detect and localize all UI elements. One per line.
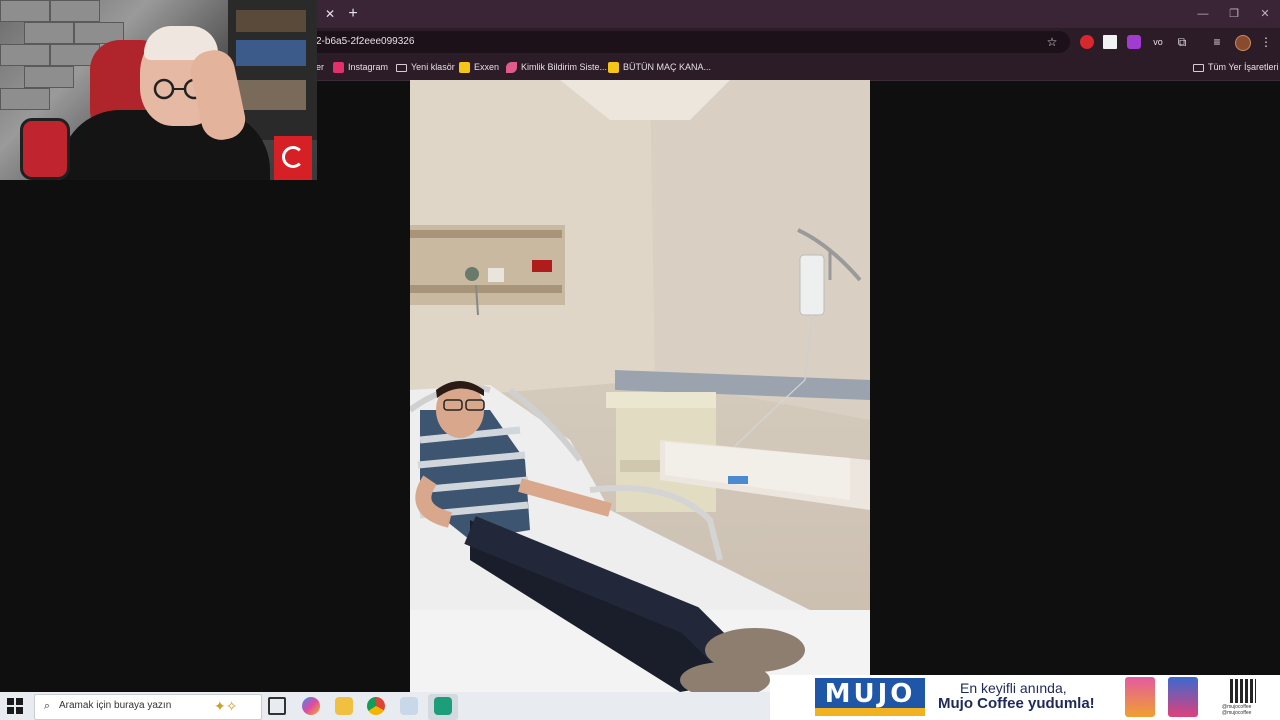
extension-vo-icon[interactable]: vo (1150, 35, 1166, 49)
taskbar-search-placeholder[interactable]: Aramak için buraya yazın (59, 700, 171, 711)
address-bar-url[interactable]: 2-b6a5-2f2eee099326 (316, 36, 414, 47)
windows-start-icon[interactable] (6, 697, 24, 715)
mujo-logo-stripe (815, 708, 925, 716)
folder-icon (1193, 63, 1204, 72)
app-pen-icon[interactable] (400, 697, 418, 715)
bookmark-yeni-klasor[interactable]: Yeni klasör (396, 58, 455, 76)
browser-menu-icon[interactable]: ⋮ (1258, 35, 1274, 49)
active-app-icon[interactable] (434, 697, 452, 715)
file-explorer-icon[interactable] (335, 697, 353, 715)
task-view-icon[interactable] (268, 697, 286, 715)
turkish-flag-image (274, 136, 312, 180)
microphone-image (20, 118, 70, 180)
folder-icon (396, 63, 407, 72)
coffee-cup-image (1168, 677, 1198, 717)
copilot-icon[interactable] (302, 697, 320, 715)
coffee-cup-image (1125, 677, 1155, 717)
search-icon: ⌕ (43, 700, 51, 712)
bookmark-butun-mac[interactable]: BÜTÜN MAÇ KANA... (608, 58, 711, 76)
close-window-icon[interactable]: ✕ (1250, 4, 1280, 24)
bookmark-kimlik-bildirim[interactable]: Kimlik Bildirim Siste... (506, 58, 607, 76)
bookmark-instagram[interactable]: Instagram (333, 58, 388, 76)
extensions-puzzle-icon[interactable]: ⧉ (1174, 35, 1190, 49)
extension-white-icon[interactable] (1103, 35, 1117, 49)
bookmark-exxen[interactable]: Exxen (459, 58, 499, 76)
bookmark-truncated[interactable]: er (316, 58, 324, 76)
extension-purple-icon[interactable] (1127, 35, 1141, 49)
address-bar[interactable] (300, 31, 1070, 53)
chrome-icon[interactable] (367, 697, 385, 715)
jp-icon (608, 62, 619, 74)
extension-red-icon[interactable] (1080, 35, 1094, 49)
new-tab-button[interactable]: + (344, 5, 362, 23)
tab-close-icon[interactable]: ✕ (322, 6, 338, 22)
ad-tagline: En keyifli anında, (960, 680, 1067, 696)
exxen-icon (459, 62, 470, 74)
restore-icon[interactable]: ❐ (1219, 4, 1249, 24)
hospital-room-photo (410, 80, 870, 692)
all-bookmarks-folder[interactable]: Tüm Yer İşaretleri (1193, 58, 1279, 76)
instagram-icon (333, 62, 344, 74)
qr-code-image (1230, 679, 1256, 703)
feather-icon (506, 62, 517, 74)
ad-social-handles: @mujocoffee @mujocoffee (1222, 704, 1251, 716)
search-highlight-icon: ✦✧ (214, 698, 238, 714)
ad-headline: Mujo Coffee yudumla! (938, 695, 1095, 712)
profile-avatar[interactable] (1235, 35, 1251, 51)
reading-list-icon[interactable]: ≡ (1209, 35, 1225, 49)
webcam-overlay (0, 0, 317, 180)
instagram-handle: @mujocoffee (1222, 710, 1252, 716)
bookmark-star-icon[interactable]: ☆ (1044, 34, 1060, 50)
minimize-icon[interactable]: — (1188, 4, 1218, 24)
